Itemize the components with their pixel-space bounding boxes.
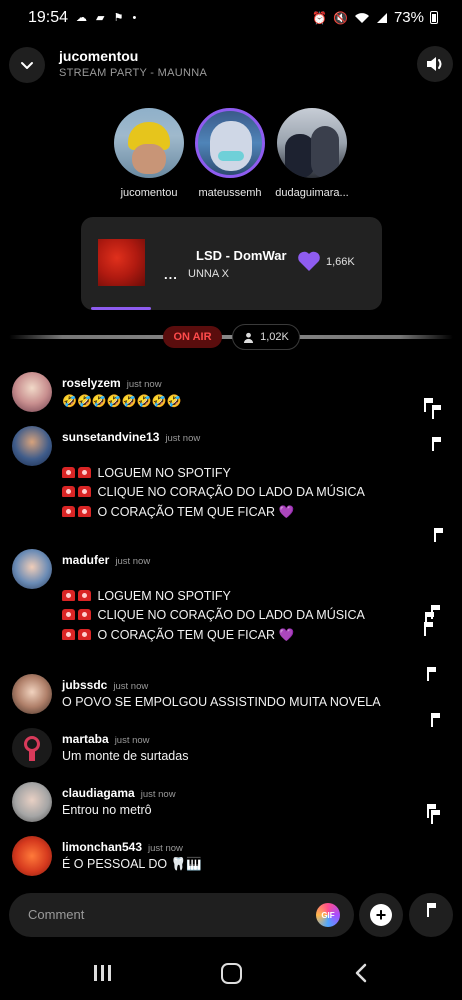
listener-count-value: 1,02K <box>260 331 289 343</box>
siren-icon <box>62 629 75 640</box>
comment-text: CLIQUE NO CORAÇÃO DO LADO DA MÚSICA <box>62 485 365 499</box>
system-icons: ⏰ 🔇 73% <box>312 9 438 26</box>
chevron-down-icon <box>21 62 33 69</box>
comment-text: Entrou no metrô <box>62 803 152 817</box>
comment-text: 🤣🤣🤣🤣🤣🤣🤣🤣 <box>62 394 182 408</box>
siren-icon <box>78 506 91 517</box>
gif-button[interactable]: GIF <box>316 903 340 927</box>
battery-percent: 73% <box>393 9 424 26</box>
comment-text: LOGUEM NO SPOTIFY <box>62 589 231 603</box>
avatar[interactable] <box>12 426 52 466</box>
back-icon[interactable] <box>354 963 368 983</box>
flag-icon[interactable] <box>432 405 442 419</box>
siren-icon <box>78 609 91 620</box>
comment-time: just now <box>115 556 151 567</box>
mute-icon: 🔇 <box>333 10 348 25</box>
track-progress <box>91 307 151 310</box>
comment-text: CLIQUE NO CORAÇÃO DO LADO DA MÚSICA <box>62 608 365 622</box>
avatar[interactable] <box>12 549 52 589</box>
comment-username[interactable]: martaba just now <box>62 732 150 746</box>
comment-username[interactable]: claudiagama just now <box>62 786 176 800</box>
track-title: LSD - DomWar <box>196 248 287 263</box>
avatar[interactable] <box>12 836 52 876</box>
siren-icon <box>78 486 91 497</box>
avatar <box>114 108 184 178</box>
signal-icon <box>376 12 387 23</box>
siren-icon <box>62 590 75 601</box>
listener-count[interactable]: 1,02K <box>232 324 300 350</box>
flag-icon[interactable] <box>424 622 434 636</box>
party-host: jucomentou <box>59 48 139 64</box>
comment-text: LOGUEM NO SPOTIFY <box>62 466 231 480</box>
siren-icon <box>62 506 75 517</box>
siren-icon <box>62 467 75 478</box>
status-time: 19:54 <box>28 9 69 26</box>
comment-time: just now <box>148 843 183 854</box>
avatar[interactable] <box>12 674 52 714</box>
siren-icon <box>78 590 91 601</box>
wifi-icon <box>354 12 369 23</box>
flag-icon[interactable] <box>431 713 441 727</box>
speaker-icon <box>427 57 442 71</box>
participants-row: jucomentou mateussemh dudaguimara... <box>0 108 462 208</box>
flag-icon[interactable] <box>427 667 437 681</box>
comment-input[interactable]: Comment GIF <box>9 893 354 937</box>
avatar <box>277 108 347 178</box>
flag-button[interactable] <box>409 893 453 937</box>
system-nav-bar <box>0 945 462 1000</box>
person-icon <box>244 332 254 343</box>
flag-icon <box>427 903 437 917</box>
participant-dudaguimara[interactable]: dudaguimara... <box>264 108 360 199</box>
comment-time: just now <box>113 681 149 692</box>
comment-placeholder: Comment <box>28 907 85 922</box>
avatar[interactable] <box>12 782 52 822</box>
avatar[interactable] <box>12 372 52 412</box>
volume-button[interactable] <box>417 46 453 82</box>
comment-text: O POVO SE EMPOLGOU ASSISTINDO MUITA NOVE… <box>62 695 381 709</box>
comment-username[interactable]: sunsetandvine13 just now <box>62 430 200 444</box>
comment-time: just now <box>165 433 201 444</box>
recents-icon[interactable] <box>94 965 112 981</box>
purple-heart-icon: 💜 <box>278 505 295 519</box>
now-playing-card[interactable]: ... LSD - DomWar UNNA X 1,66K <box>81 217 382 310</box>
avatar <box>195 108 265 178</box>
comment-text: O CORAÇÃO TEM QUE FICAR 💜 <box>62 505 294 520</box>
siren-icon <box>62 609 75 620</box>
playing-indicator: ... <box>164 267 178 282</box>
comment-text: O CORAÇÃO TEM QUE FICAR 💜 <box>62 628 294 643</box>
battery-icon <box>430 11 438 24</box>
comment-username[interactable]: madufer just now <box>62 553 150 567</box>
like-count: 1,66K <box>326 256 355 268</box>
avatar[interactable] <box>12 728 52 768</box>
comment-text: É O PESSOAL DO 🦷🎹 <box>62 857 202 871</box>
party-subtitle: STREAM PARTY - MAUNNA <box>59 67 208 79</box>
comment-text: Um monte de surtadas <box>62 749 189 763</box>
comment-username[interactable]: jubssdc just now <box>62 678 148 692</box>
comment-time: just now <box>126 379 162 390</box>
flag-icon[interactable] <box>431 810 441 824</box>
divider <box>9 335 453 339</box>
album-art <box>98 239 145 286</box>
participant-name: dudaguimara... <box>275 187 349 199</box>
status-bar: 19:54 ☁ ▰ ⚑ • ⏰ 🔇 73% <box>0 0 462 36</box>
notification-icons: ☁ ▰ ⚑ • <box>76 12 140 24</box>
heart-icon[interactable] <box>297 250 321 272</box>
flag-icon[interactable] <box>434 528 444 542</box>
comment-time: just now <box>140 789 176 800</box>
comment-username[interactable]: limonchan543 just now <box>62 840 183 854</box>
track-artist: UNNA X <box>188 268 229 280</box>
plus-icon: + <box>370 904 392 926</box>
add-button[interactable]: + <box>359 893 403 937</box>
purple-heart-icon: 💜 <box>278 628 295 642</box>
home-icon[interactable] <box>221 963 242 984</box>
siren-icon <box>62 486 75 497</box>
collapse-button[interactable] <box>9 47 45 83</box>
siren-icon <box>78 629 91 640</box>
flag-icon[interactable] <box>432 437 442 451</box>
alarm-icon: ⏰ <box>312 10 328 25</box>
comment-time: just now <box>114 735 150 746</box>
on-air-badge: ON AIR <box>163 326 222 348</box>
comment-username[interactable]: roselyzem just now <box>62 376 162 390</box>
siren-icon <box>78 467 91 478</box>
